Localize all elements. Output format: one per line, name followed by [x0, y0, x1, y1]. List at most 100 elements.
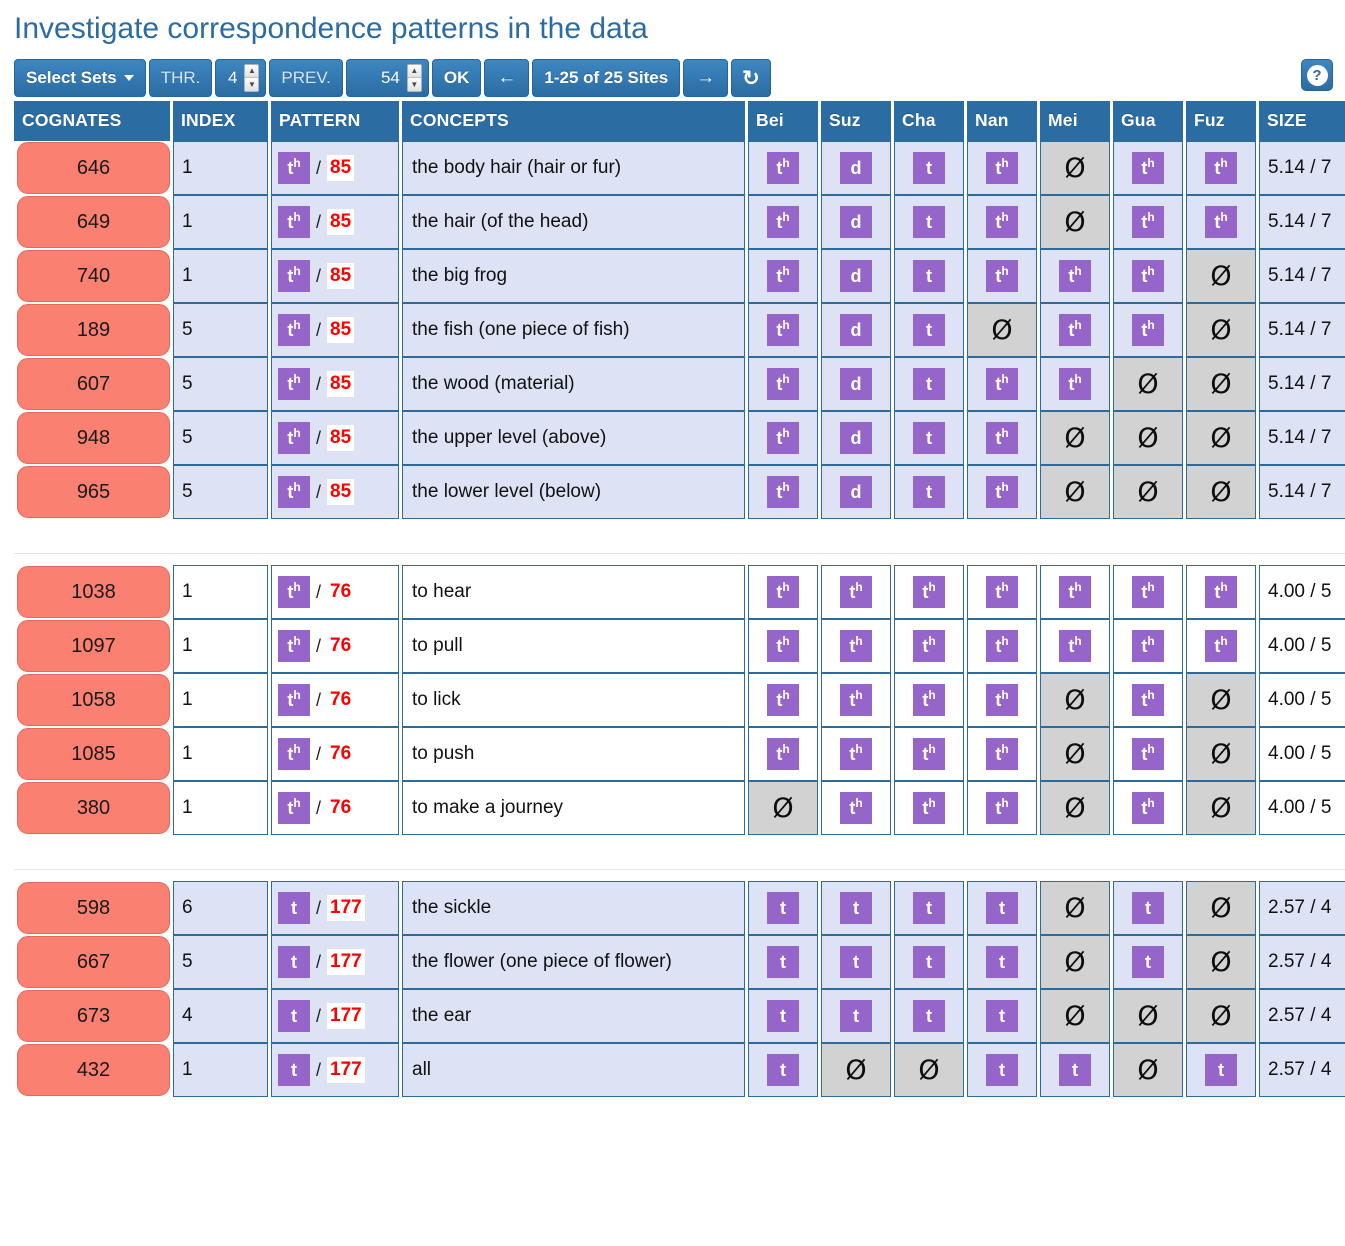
- reflex-cell-nan[interactable]: t: [967, 935, 1037, 989]
- column-header-site-nan[interactable]: Nan: [967, 101, 1037, 141]
- reflex-cell-cha[interactable]: th: [894, 673, 964, 727]
- reflex-cell-suz[interactable]: th: [821, 619, 891, 673]
- pattern-cell[interactable]: t h /85: [271, 303, 399, 357]
- preview-spinner-buttons[interactable]: ▲ ▼: [406, 64, 422, 92]
- reflex-cell-fuz[interactable]: Ø: [1186, 935, 1256, 989]
- reflex-cell-nan[interactable]: Ø: [967, 303, 1037, 357]
- cognate-id-pill[interactable]: 432: [17, 1044, 170, 1096]
- reflex-cell-cha[interactable]: th: [894, 619, 964, 673]
- concept-cell[interactable]: the flower (one piece of flower): [402, 935, 745, 989]
- reflex-cell-gua[interactable]: th: [1113, 781, 1183, 835]
- reflex-cell-gua[interactable]: Ø: [1113, 1043, 1183, 1097]
- cognate-id-pill[interactable]: 948: [17, 412, 170, 464]
- reflex-cell-fuz[interactable]: Ø: [1186, 357, 1256, 411]
- reflex-cell-fuz[interactable]: Ø: [1186, 303, 1256, 357]
- size-cell[interactable]: 4.00 / 5: [1259, 673, 1345, 727]
- index-cell[interactable]: 1: [173, 195, 268, 249]
- pattern-cell[interactable]: t h /76: [271, 565, 399, 619]
- reflex-cell-bei[interactable]: t: [748, 989, 818, 1043]
- index-cell[interactable]: 1: [173, 249, 268, 303]
- pattern-cell[interactable]: t h /85: [271, 411, 399, 465]
- reflex-cell-nan[interactable]: t: [967, 1043, 1037, 1097]
- concept-cell[interactable]: the sickle: [402, 881, 745, 935]
- reflex-cell-suz[interactable]: th: [821, 565, 891, 619]
- reflex-cell-nan[interactable]: th: [967, 249, 1037, 303]
- refresh-button[interactable]: ↻: [731, 59, 771, 97]
- reflex-cell-suz[interactable]: t: [821, 989, 891, 1043]
- table-row[interactable]: 667 5 t/177 the flower (one piece of flower…: [14, 935, 1345, 989]
- concept-cell[interactable]: to pull: [402, 619, 745, 673]
- reflex-cell-suz[interactable]: th: [821, 673, 891, 727]
- reflex-cell-cha[interactable]: t: [894, 989, 964, 1043]
- column-header-site-fuz[interactable]: Fuz: [1186, 101, 1256, 141]
- pattern-cell[interactable]: t h /76: [271, 781, 399, 835]
- reflex-cell-fuz[interactable]: Ø: [1186, 881, 1256, 935]
- pattern-cell[interactable]: t h /76: [271, 673, 399, 727]
- pattern-cell[interactable]: t h /85: [271, 141, 399, 195]
- pattern-cell[interactable]: t /177: [271, 935, 399, 989]
- table-row[interactable]: 1097 1 t h /76 to pull t h t h t h t h t h t h t h 4.00 / 5: [14, 619, 1345, 673]
- reflex-cell-bei[interactable]: th: [748, 619, 818, 673]
- reflex-cell-mei[interactable]: Ø: [1040, 195, 1110, 249]
- cognate-id-pill[interactable]: 667: [17, 936, 170, 988]
- size-cell[interactable]: 4.00 / 5: [1259, 619, 1345, 673]
- select-sets-button[interactable]: Select Sets: [14, 59, 146, 97]
- reflex-cell-bei[interactable]: t: [748, 935, 818, 989]
- cognate-id-pill[interactable]: 649: [17, 196, 170, 248]
- reflex-cell-mei[interactable]: Ø: [1040, 465, 1110, 519]
- index-cell[interactable]: 5: [173, 465, 268, 519]
- reflex-cell-fuz[interactable]: th: [1186, 195, 1256, 249]
- concept-cell[interactable]: the lower level (below): [402, 465, 745, 519]
- reflex-cell-nan[interactable]: t: [967, 989, 1037, 1043]
- pattern-cell[interactable]: t h /85: [271, 357, 399, 411]
- stepper-up-icon[interactable]: ▲: [407, 65, 421, 78]
- pattern-cell[interactable]: t h /85: [271, 465, 399, 519]
- size-cell[interactable]: 5.14 / 7: [1259, 249, 1345, 303]
- reflex-cell-bei[interactable]: th: [748, 727, 818, 781]
- reflex-cell-mei[interactable]: Ø: [1040, 727, 1110, 781]
- index-cell[interactable]: 1: [173, 1043, 268, 1097]
- stepper-up-icon[interactable]: ▲: [245, 65, 259, 78]
- reflex-cell-cha[interactable]: t: [894, 465, 964, 519]
- index-cell[interactable]: 4: [173, 989, 268, 1043]
- concept-cell[interactable]: the big frog: [402, 249, 745, 303]
- reflex-cell-fuz[interactable]: Ø: [1186, 465, 1256, 519]
- reflex-cell-mei[interactable]: Ø: [1040, 411, 1110, 465]
- concept-cell[interactable]: to lick: [402, 673, 745, 727]
- reflex-cell-nan[interactable]: th: [967, 781, 1037, 835]
- column-header-concepts[interactable]: CONCEPTS: [402, 101, 745, 141]
- cognate-id-pill[interactable]: 189: [17, 304, 170, 356]
- pattern-cell[interactable]: t h /85: [271, 249, 399, 303]
- reflex-cell-nan[interactable]: th: [967, 141, 1037, 195]
- preview-stepper[interactable]: 54 ▲ ▼: [345, 59, 429, 97]
- reflex-cell-nan[interactable]: th: [967, 565, 1037, 619]
- reflex-cell-mei[interactable]: th: [1040, 619, 1110, 673]
- reflex-cell-gua[interactable]: th: [1113, 303, 1183, 357]
- concept-cell[interactable]: the fish (one piece of fish): [402, 303, 745, 357]
- reflex-cell-cha[interactable]: th: [894, 565, 964, 619]
- column-header-site-gua[interactable]: Gua: [1113, 101, 1183, 141]
- ok-button[interactable]: OK: [431, 59, 482, 97]
- size-cell[interactable]: 5.14 / 7: [1259, 141, 1345, 195]
- threshold-stepper[interactable]: 4 ▲ ▼: [215, 59, 267, 97]
- table-row[interactable]: 1058 1 t h /76 to lick t h t h t h t h Øt h Ø 4.00 / 5: [14, 673, 1345, 727]
- column-header-index[interactable]: INDEX: [173, 101, 268, 141]
- table-row[interactable]: 380 1 t h /76 to make a journey Øt h t h t h Øt h Ø 4.0…: [14, 781, 1345, 835]
- reflex-cell-suz[interactable]: d: [821, 357, 891, 411]
- reflex-cell-bei[interactable]: t: [748, 881, 818, 935]
- reflex-cell-gua[interactable]: th: [1113, 673, 1183, 727]
- reflex-cell-gua[interactable]: th: [1113, 619, 1183, 673]
- reflex-cell-gua[interactable]: Ø: [1113, 465, 1183, 519]
- reflex-cell-suz[interactable]: th: [821, 727, 891, 781]
- reflex-cell-fuz[interactable]: Ø: [1186, 673, 1256, 727]
- index-cell[interactable]: 1: [173, 565, 268, 619]
- reflex-cell-cha[interactable]: t: [894, 249, 964, 303]
- reflex-cell-cha[interactable]: th: [894, 727, 964, 781]
- concept-cell[interactable]: to hear: [402, 565, 745, 619]
- column-header-size[interactable]: SIZE: [1259, 101, 1345, 141]
- reflex-cell-bei[interactable]: th: [748, 141, 818, 195]
- column-header-site-cha[interactable]: Cha: [894, 101, 964, 141]
- size-cell[interactable]: 5.14 / 7: [1259, 195, 1345, 249]
- reflex-cell-gua[interactable]: Ø: [1113, 357, 1183, 411]
- reflex-cell-suz[interactable]: Ø: [821, 1043, 891, 1097]
